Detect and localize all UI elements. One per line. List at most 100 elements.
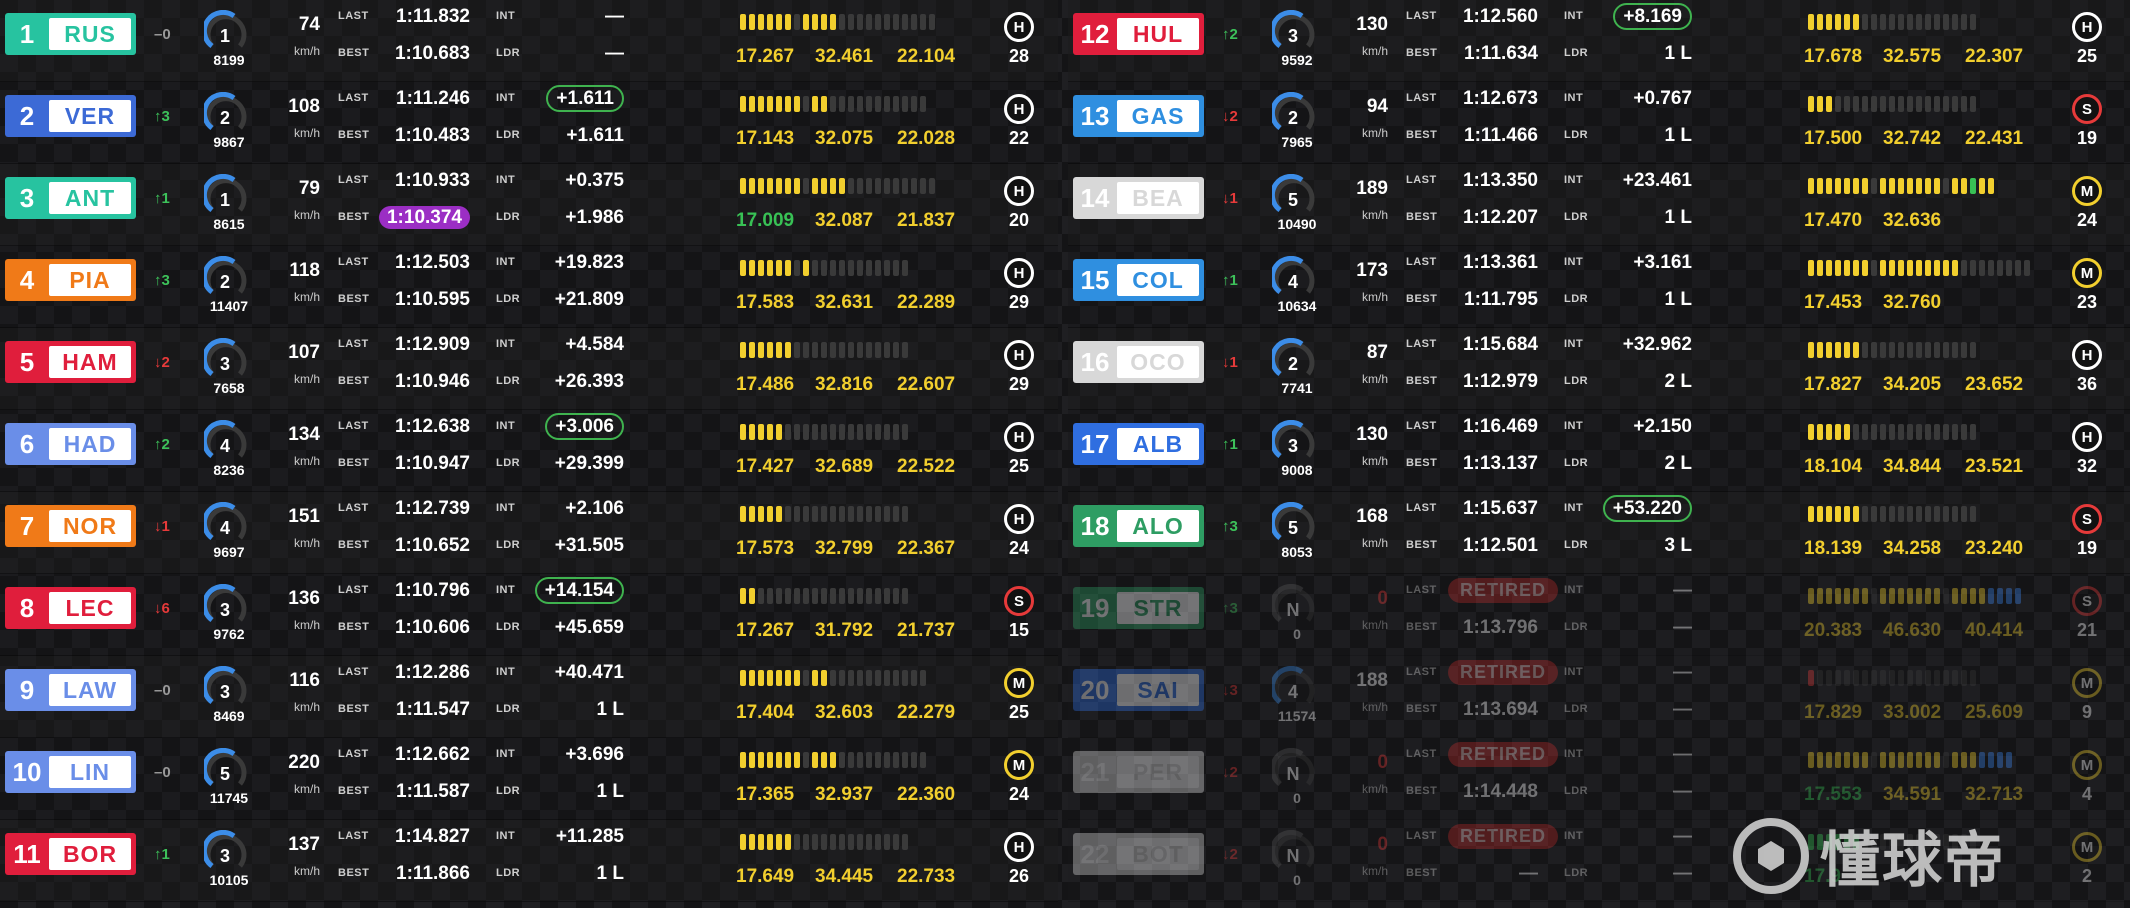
- tyre-laps: 24: [2076, 210, 2098, 230]
- mini-sector: [1970, 96, 1976, 112]
- best-lap-time: 1:11.547: [358, 699, 470, 721]
- sector-1-time: 17.678: [1804, 46, 1863, 67]
- driver-row[interactable]: 3 ANT ↑1 1 8615 79 km/h LAST BEST INT LDR 1:10.933 1…: [0, 164, 1058, 246]
- mini-sector: [893, 752, 899, 768]
- driver-row[interactable]: 14 BEA ↓1 5 10490 189 km/h LAST BEST INT LDR 1:13.3…: [1068, 164, 2130, 246]
- driver-row[interactable]: 10 LIN –0 5 11745 220 km/h LAST BEST INT LDR 1:12.6…: [0, 738, 1058, 820]
- mini-sector: [848, 14, 854, 30]
- mini-sector: [1916, 96, 1922, 112]
- position-change-value: 1: [1229, 190, 1238, 207]
- driver-row[interactable]: 13 GAS ↓2 2 7965 94 km/h LAST BEST INT LDR 1:12.673…: [1068, 82, 2130, 164]
- driver-row[interactable]: 2 VER ↑3 2 9867 108 km/h LAST BEST INT LDR 1:11.246…: [0, 82, 1058, 164]
- driver-row[interactable]: 21 PER ↓2 N 0 0 km/h LAST BEST INT LDR RETIRED 1:14.…: [1068, 738, 2130, 820]
- position-badge: 15 COL: [1073, 259, 1204, 301]
- mini-sector: [794, 342, 800, 358]
- mini-sector: [740, 424, 746, 440]
- gear-number: 3: [1287, 26, 1298, 46]
- position-change-value: 2: [161, 354, 170, 371]
- driver-row[interactable]: 6 HAD ↑2 4 8236 134 km/h LAST BEST INT LDR 1:12.638…: [0, 410, 1058, 492]
- driver-row[interactable]: 7 NOR ↓1 4 9697 151 km/h LAST BEST INT LDR 1:12.739…: [0, 492, 1058, 574]
- driver-code: NOR: [49, 510, 131, 542]
- mini-sector: [1934, 342, 1940, 358]
- tyre-laps: 15: [1008, 620, 1030, 640]
- mini-sector: [1943, 178, 1949, 194]
- mini-sectors: [1808, 670, 1976, 686]
- best-lap-time: 1:13.694: [1426, 699, 1538, 721]
- mini-sector: [1817, 96, 1823, 112]
- driver-row[interactable]: 20 SAI ↓3 4 11574 188 km/h LAST BEST INT LDR RETIRE…: [1068, 656, 2130, 738]
- driver-row[interactable]: 17 ALB ↑1 3 9008 130 km/h LAST BEST INT LDR 1:16.46…: [1068, 410, 2130, 492]
- driver-row[interactable]: 1 RUS –0 1 8199 74 km/h LAST BEST INT LDR 1:11.832 1…: [0, 0, 1058, 82]
- mini-sector: [821, 834, 827, 850]
- sector-2-time: 32.760: [1883, 292, 1942, 313]
- mini-sector: [1853, 588, 1859, 604]
- driver-row[interactable]: 15 COL ↑1 4 10634 173 km/h LAST BEST INT LDR 1:13.3…: [1068, 246, 2130, 328]
- driver-row[interactable]: 12 HUL ↑2 3 9592 130 km/h LAST BEST INT LDR 1:12.56…: [1068, 0, 2130, 82]
- mini-sector: [1889, 424, 1895, 440]
- last-lap-time: 1:11.832: [396, 6, 470, 27]
- driver-row[interactable]: 9 LAW –0 3 8469 116 km/h LAST BEST INT LDR 1:12.286…: [0, 656, 1058, 738]
- driver-row[interactable]: 4 PIA ↑3 2 11407 118 km/h LAST BEST INT LDR 1:12.50…: [0, 246, 1058, 328]
- sector-3-time: 21.837: [897, 210, 956, 231]
- position-change-value: 1: [161, 518, 170, 535]
- mini-sector: [1889, 260, 1895, 276]
- driver-row[interactable]: 18 ALO ↑3 5 8053 168 km/h LAST BEST INT LDR 1:15.63…: [1068, 492, 2130, 574]
- position-badge: 8 LEC: [5, 587, 136, 629]
- driver-row[interactable]: 11 BOR ↑1 3 10105 137 km/h LAST BEST INT LDR 1:14.8…: [0, 820, 1058, 902]
- mini-sector: [1889, 178, 1895, 194]
- sector-2-time: 32.575: [1883, 46, 1942, 67]
- mini-sector: [803, 424, 809, 440]
- mini-sectors: [740, 14, 935, 30]
- arrow-down-icon: ↓: [1222, 846, 1230, 863]
- speed-unit: km/h: [1361, 290, 1388, 304]
- speed-unit: km/h: [1361, 864, 1388, 878]
- driver-row[interactable]: 16 OCO ↓1 2 7741 87 km/h LAST BEST INT LDR 1:15.684…: [1068, 328, 2130, 410]
- mini-sector: [1862, 506, 1868, 522]
- mini-sector: [1817, 670, 1823, 686]
- gear-number: 4: [219, 436, 230, 456]
- speed-unit: km/h: [1361, 700, 1388, 714]
- best-lap-value: 1:10.683: [394, 43, 470, 64]
- mini-sector: [1808, 506, 1814, 522]
- best-lap-value: 1:10.652: [394, 535, 470, 556]
- mini-sector: [1862, 178, 1868, 194]
- speed-unit: km/h: [293, 126, 320, 140]
- mini-sector: [1952, 260, 1958, 276]
- mini-sector: [893, 342, 899, 358]
- mini-sector: [1934, 752, 1940, 768]
- tyre-compound-icon: M: [2072, 668, 2102, 698]
- mini-sector: [1916, 342, 1922, 358]
- speed-value: 188: [1356, 670, 1388, 691]
- rpm-value: 9592: [1281, 52, 1313, 68]
- best-lap-value: 1:11.866: [396, 863, 470, 884]
- best-lap-value: 1:12.207: [1462, 207, 1538, 228]
- driver-row[interactable]: 8 LEC ↓6 3 9762 136 km/h LAST BEST INT LDR 1:10.796…: [0, 574, 1058, 656]
- mini-sector: [1835, 424, 1841, 440]
- interval-gap: +19.823: [522, 252, 624, 274]
- mini-sector: [857, 670, 863, 686]
- interval-value: +11.285: [555, 826, 624, 847]
- gear-gauge: 5 11745: [200, 748, 260, 808]
- driver-row[interactable]: 5 HAM ↓2 3 7658 107 km/h LAST BEST INT LDR 1:12.909…: [0, 328, 1058, 410]
- mini-sector: [1898, 260, 1904, 276]
- speed-unit: km/h: [1361, 208, 1388, 222]
- interval-gap: +32.962: [1590, 334, 1692, 356]
- mini-sector: [2006, 260, 2012, 276]
- speed-value: 79: [298, 178, 320, 199]
- mini-sector: [875, 752, 881, 768]
- mini-sector: [866, 14, 872, 30]
- best-lap-time: 1:11.634: [1426, 43, 1538, 65]
- int-label: INT: [496, 666, 516, 678]
- ldr-label: LDR: [496, 703, 521, 715]
- gear-gauge: N0: [1268, 830, 1328, 890]
- sector-2-time: 34.844: [1883, 456, 1942, 477]
- mini-sector: [884, 506, 890, 522]
- mini-sector: [812, 424, 818, 440]
- mini-sector: [857, 424, 863, 440]
- mini-sector: [839, 260, 845, 276]
- mini-sector: [839, 424, 845, 440]
- position-badge: 9 LAW: [5, 669, 136, 711]
- mini-sector: [1907, 342, 1913, 358]
- sector-1-time: 17.404: [736, 702, 795, 723]
- driver-row[interactable]: 19 STR ↑3 N 0 0 km/h LAST BEST INT LDR RETIRED 1:13.…: [1068, 574, 2130, 656]
